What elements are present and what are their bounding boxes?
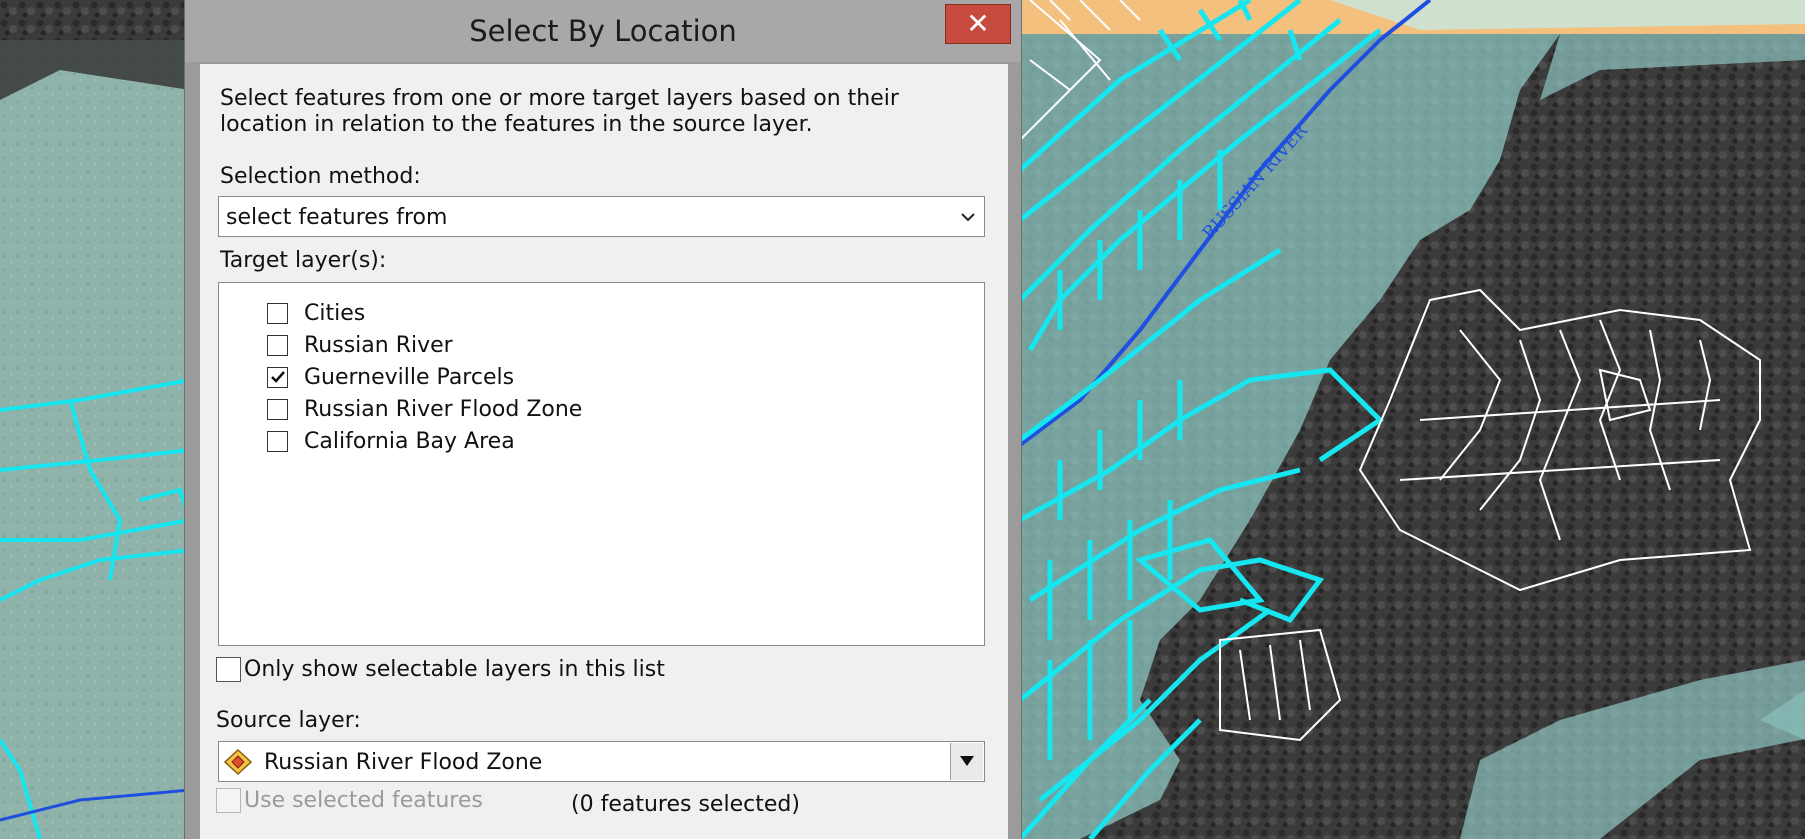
dialog-description: Select features from one or more target …: [220, 86, 899, 137]
target-layer-checkbox[interactable]: [267, 366, 288, 388]
select-by-location-dialog: Select By Location ✕ Select features fro…: [184, 0, 1022, 839]
selection-method-dropdown[interactable]: select features from: [218, 196, 985, 237]
checkmark-icon: [270, 371, 285, 383]
source-layer-value: Russian River Flood Zone: [264, 750, 543, 775]
source-layer-dropdown-button[interactable]: [950, 743, 983, 780]
polygon-layer-icon: [223, 748, 253, 776]
target-layer-checkbox[interactable]: [267, 302, 288, 324]
target-layer-label: California Bay Area: [304, 428, 515, 454]
close-button[interactable]: ✕: [945, 4, 1011, 44]
use-selected-features-checkbox[interactable]: [216, 788, 241, 813]
dialog-titlebar[interactable]: Select By Location ✕: [185, 0, 1021, 62]
target-layers-list[interactable]: Cities Russian River Guerneville Parcels…: [218, 282, 985, 646]
only-selectable-label: Only show selectable layers in this list: [244, 657, 665, 682]
only-selectable-option[interactable]: Only show selectable layers in this list: [216, 657, 665, 682]
target-layer-item[interactable]: Guerneville Parcels: [267, 363, 514, 391]
target-layer-item[interactable]: Russian River Flood Zone: [267, 395, 582, 423]
use-selected-features-option[interactable]: Use selected features: [216, 788, 483, 813]
close-icon: ✕: [966, 7, 990, 40]
target-layer-item[interactable]: Cities: [267, 299, 365, 327]
target-layer-label: Cities: [304, 300, 366, 326]
selection-method-label: Selection method:: [220, 164, 421, 189]
target-layer-checkbox[interactable]: [267, 430, 288, 452]
use-selected-features-label: Use selected features: [244, 788, 483, 813]
target-layer-label: Russian River: [304, 332, 453, 358]
selection-method-value: select features from: [226, 205, 448, 230]
target-layers-label: Target layer(s):: [220, 248, 387, 273]
target-layer-label: Guerneville Parcels: [304, 364, 515, 390]
triangle-down-icon: [960, 756, 974, 766]
target-layer-item[interactable]: Russian River: [267, 331, 453, 359]
target-layer-label: Russian River Flood Zone: [304, 396, 583, 422]
dialog-body: Select features from one or more target …: [200, 64, 1008, 839]
dialog-title: Select By Location: [469, 14, 737, 48]
target-layer-checkbox[interactable]: [267, 398, 288, 420]
features-selected-count: (0 features selected): [571, 792, 800, 817]
source-layer-label: Source layer:: [216, 708, 361, 733]
only-selectable-checkbox[interactable]: [216, 657, 241, 682]
target-layer-item[interactable]: California Bay Area: [267, 427, 515, 455]
chevron-down-icon: [961, 213, 975, 222]
source-layer-dropdown[interactable]: Russian River Flood Zone: [218, 741, 985, 782]
target-layer-checkbox[interactable]: [267, 334, 288, 356]
